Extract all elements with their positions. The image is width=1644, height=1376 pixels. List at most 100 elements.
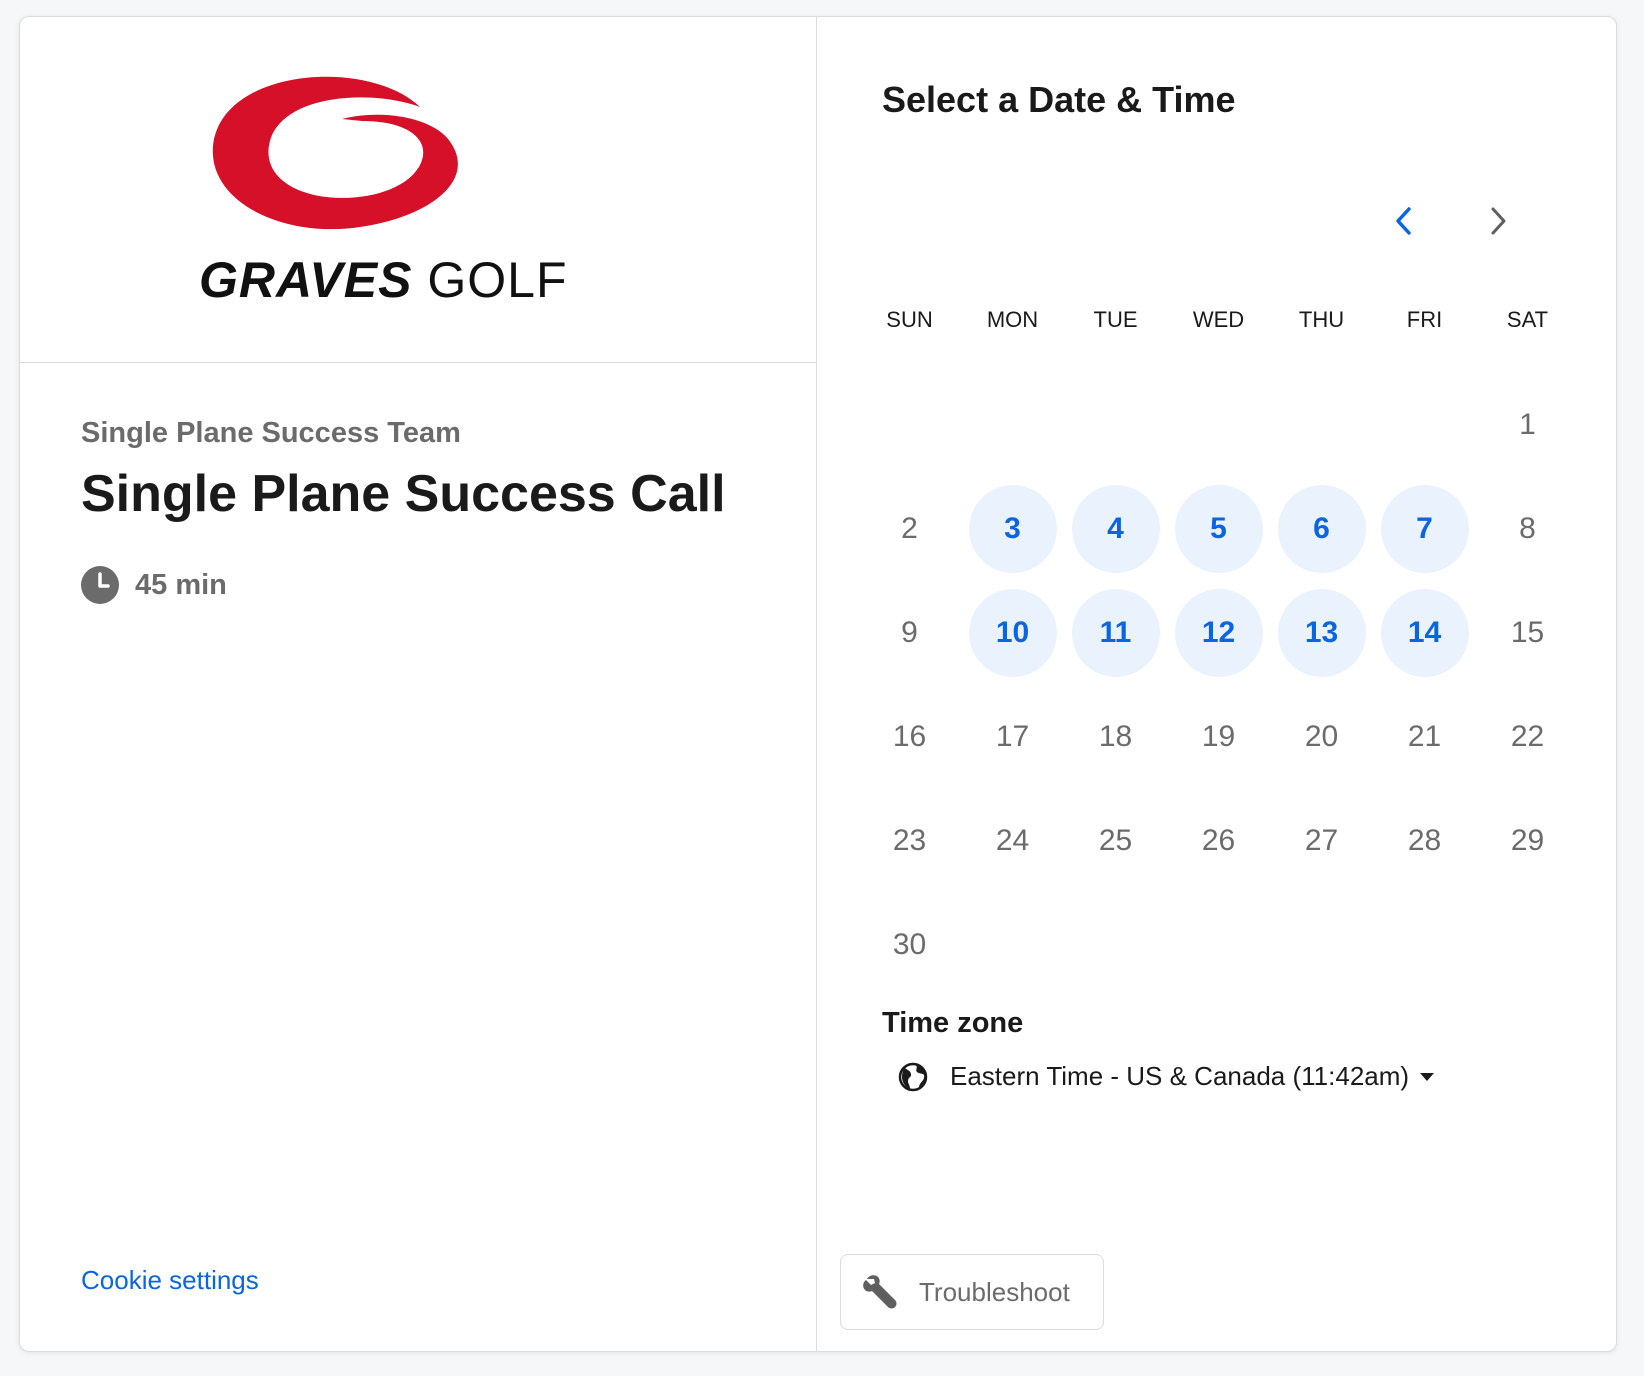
next-month-button[interactable] — [1474, 197, 1522, 245]
weekday-label: SAT — [1506, 307, 1549, 332]
calendar-day-2: 2 — [901, 512, 918, 545]
calendar-empty-cell — [961, 373, 1064, 477]
calendar-day-available-7[interactable]: 7 — [1380, 485, 1469, 573]
calendar-cell: 12 — [1167, 581, 1270, 685]
calendar-day-16: 16 — [892, 720, 927, 753]
calendar-cell: 17 — [961, 685, 1064, 789]
troubleshoot-label: Troubleshoot — [919, 1276, 1070, 1307]
weekday-label: FRI — [1406, 307, 1443, 332]
logo-wordmark: GRAVES GOLF — [199, 255, 568, 305]
calendar-cell: 6 — [1270, 477, 1373, 581]
calendar-cell: 24 — [961, 789, 1064, 893]
calendar-heading: Select a Date & Time — [882, 79, 1236, 120]
calendar-cell: 8 — [1476, 477, 1579, 581]
calendar-day-17: 17 — [995, 720, 1030, 753]
calendar-empty-cell — [1167, 373, 1270, 477]
chevron-left-icon — [1396, 207, 1411, 235]
calendar-day-28: 28 — [1407, 824, 1442, 857]
wrench-icon — [863, 1275, 897, 1309]
calendar-cell: 5 — [1167, 477, 1270, 581]
weekday-label: MON — [986, 307, 1039, 332]
calendar-cell: 21 — [1373, 685, 1476, 789]
calendar-cell: 29 — [1476, 789, 1579, 893]
calendar-day-18: 18 — [1098, 720, 1133, 753]
calendar-day-25: 25 — [1098, 824, 1133, 857]
calendar-cell: 2 — [858, 477, 961, 581]
calendar-cell: 11 — [1064, 581, 1167, 685]
date-time-panel: Select a Date & Time SUN MON TUE WED THU… — [818, 17, 1616, 1351]
calendar-cell: 10 — [961, 581, 1064, 685]
duration-label: 45 min — [135, 568, 227, 601]
calendar-day-9: 9 — [901, 616, 918, 649]
calendar-cell: 4 — [1064, 477, 1167, 581]
calendar-day-available-10[interactable]: 10 — [968, 589, 1057, 677]
weekday-label: TUE — [1093, 307, 1138, 332]
calendar-day-available-3[interactable]: 3 — [968, 485, 1057, 573]
calendar-grid: 1 2 3 4 5 6 7 8 9 10 11 12 13 14 15 16 17 18 19 20 21 22 23 24 2… — [858, 373, 1579, 997]
logo-word-light: GOLF — [427, 252, 568, 308]
calendar-day-available-5[interactable]: 5 — [1174, 485, 1263, 573]
calendar-cell: 3 — [961, 477, 1064, 581]
calendar-cell: 9 — [858, 581, 961, 685]
calendar-cell: 7 — [1373, 477, 1476, 581]
calendar-day-29: 29 — [1510, 824, 1545, 857]
weekday-label: THU — [1298, 307, 1345, 332]
calendar-cell: 1 — [1476, 373, 1579, 477]
calendar-day-available-13[interactable]: 13 — [1277, 589, 1366, 677]
calendar-day-available-11[interactable]: 11 — [1071, 589, 1160, 677]
event-details-panel: GRAVES GOLF Single Plane Success Team Si… — [20, 17, 817, 1351]
calendar-cell: 15 — [1476, 581, 1579, 685]
calendar-cell: 30 — [858, 893, 961, 997]
calendar-cell: 25 — [1064, 789, 1167, 893]
calendar-cell: 27 — [1270, 789, 1373, 893]
weekday-label: WED — [1192, 307, 1245, 332]
troubleshoot-button[interactable]: Troubleshoot — [840, 1254, 1104, 1330]
calendar-cell: 18 — [1064, 685, 1167, 789]
organization-name: Single Plane Success Team — [81, 417, 461, 449]
calendar-cell: 26 — [1167, 789, 1270, 893]
calendar-cell: 16 — [858, 685, 961, 789]
calendar-day-22: 22 — [1510, 720, 1545, 753]
calendar-day-24: 24 — [995, 824, 1030, 857]
calendar-day-available-14[interactable]: 14 — [1380, 589, 1469, 677]
calendar-day-21: 21 — [1407, 720, 1442, 753]
calendar-empty-cell — [858, 373, 961, 477]
calendar-cell: 23 — [858, 789, 961, 893]
logo-word-bold: GRAVES — [199, 252, 413, 308]
calendar-day-19: 19 — [1201, 720, 1236, 753]
calendar-day-23: 23 — [892, 824, 927, 857]
calendar-cell: 13 — [1270, 581, 1373, 685]
calendar-cell: 28 — [1373, 789, 1476, 893]
timezone-value: Eastern Time - US & Canada (11:42am) — [950, 1061, 1410, 1091]
calendar-empty-cell — [1373, 373, 1476, 477]
clock-icon — [81, 566, 119, 604]
chevron-right-icon — [1491, 207, 1506, 235]
globe-icon — [898, 1062, 928, 1091]
calendar-day-30: 30 — [892, 928, 927, 961]
graves-golf-logo-mark — [212, 76, 458, 230]
timezone-select[interactable]: Eastern Time - US & Canada (11:42am) — [898, 1061, 1435, 1092]
logo-area: GRAVES GOLF — [20, 17, 817, 363]
calendar-empty-cell — [1064, 373, 1167, 477]
calendar-cell: 19 — [1167, 685, 1270, 789]
event-title: Single Plane Success Call — [81, 465, 726, 523]
calendar-day-15: 15 — [1510, 616, 1545, 649]
timezone-label: Time zone — [882, 1007, 1024, 1039]
calendar-day-available-6[interactable]: 6 — [1277, 485, 1366, 573]
weekday-label: SUN — [886, 307, 933, 332]
calendar-day-1: 1 — [1519, 408, 1536, 441]
calendar-empty-cell — [1270, 373, 1373, 477]
cookie-settings-link[interactable]: Cookie settings — [81, 1265, 259, 1296]
calendar-day-available-12[interactable]: 12 — [1174, 589, 1263, 677]
calendar-day-26: 26 — [1201, 824, 1236, 857]
calendar-cell: 20 — [1270, 685, 1373, 789]
calendar-day-8: 8 — [1519, 512, 1536, 545]
calendar-cell: 22 — [1476, 685, 1579, 789]
previous-month-button[interactable] — [1380, 197, 1428, 245]
calendar-day-available-4[interactable]: 4 — [1071, 485, 1160, 573]
calendar-day-20: 20 — [1304, 720, 1339, 753]
weekday-header: SUN MON TUE WED THU FRI SAT — [858, 307, 1579, 333]
event-duration: 45 min — [81, 566, 726, 604]
booking-card: GRAVES GOLF Single Plane Success Team Si… — [19, 16, 1617, 1352]
calendar-day-27: 27 — [1304, 824, 1339, 857]
